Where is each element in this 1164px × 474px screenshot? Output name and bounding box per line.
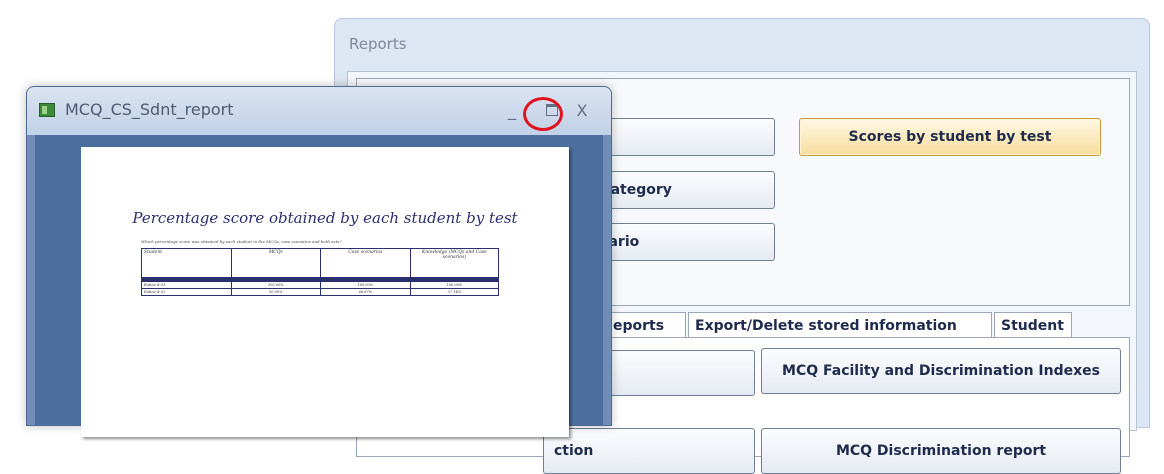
report-table-header: Student MCQs Case scenarios Knowledge (M… <box>141 248 500 278</box>
column-header: Case scenarios <box>319 248 411 278</box>
column-header: Student <box>141 248 232 278</box>
report-table: Student MCQs Case scenarios Knowledge (M… <box>141 248 500 296</box>
highlight-circle <box>523 97 563 131</box>
table-cell: 66.67% <box>319 288 411 296</box>
tab-export-delete[interactable]: Export/Delete stored information <box>688 312 992 338</box>
access-report-icon <box>39 103 55 117</box>
scores-by-student-by-test-button[interactable]: Scores by student by test <box>799 118 1101 156</box>
table-row: Rutine # 02 50.00% 66.67% 57.14% <box>141 288 500 296</box>
report-page-subtitle: Which percentage score was obtained by e… <box>141 239 342 244</box>
column-header: Knowledge (MCQs and Case scenarios) <box>409 248 500 278</box>
mcq-discrimination-report-button[interactable]: MCQ Discrimination report <box>761 428 1121 474</box>
tab-student[interactable]: Student <box>994 312 1072 338</box>
report-page: Percentage score obtained by each studen… <box>81 147 569 437</box>
report-preview-area: Percentage score obtained by each studen… <box>35 135 603 437</box>
close-button[interactable]: X <box>569 97 595 123</box>
mcq-facility-discrimination-button[interactable]: MCQ Facility and Discrimination Indexes <box>761 348 1121 394</box>
report-preview-window: MCQ_CS_Sdnt_report _ X Percentage score … <box>26 86 612 437</box>
table-cell: Rutine # 01 <box>141 281 232 289</box>
report-page-title: Percentage score obtained by each studen… <box>132 209 518 227</box>
report-titlebar[interactable]: MCQ_CS_Sdnt_report _ X <box>27 87 611 135</box>
table-cell: 100.00% <box>319 281 411 289</box>
report-window-title: MCQ_CS_Sdnt_report <box>65 100 234 119</box>
tab-reports[interactable]: eports <box>606 312 686 338</box>
table-cell: 100.00% <box>409 281 500 289</box>
table-cell: Rutine # 02 <box>141 288 232 296</box>
table-cell: 57.14% <box>409 288 500 296</box>
table-cell: 100.00% <box>230 281 321 289</box>
table-cell: 50.00% <box>230 288 321 296</box>
table-row: Rutine # 01 100.00% 100.00% 100.00% <box>141 281 500 289</box>
reports-window-title: Reports <box>349 35 407 53</box>
lower-report-button[interactable]: ction <box>543 428 755 474</box>
column-header: MCQs <box>230 248 321 278</box>
minimize-button[interactable]: _ <box>499 97 525 123</box>
